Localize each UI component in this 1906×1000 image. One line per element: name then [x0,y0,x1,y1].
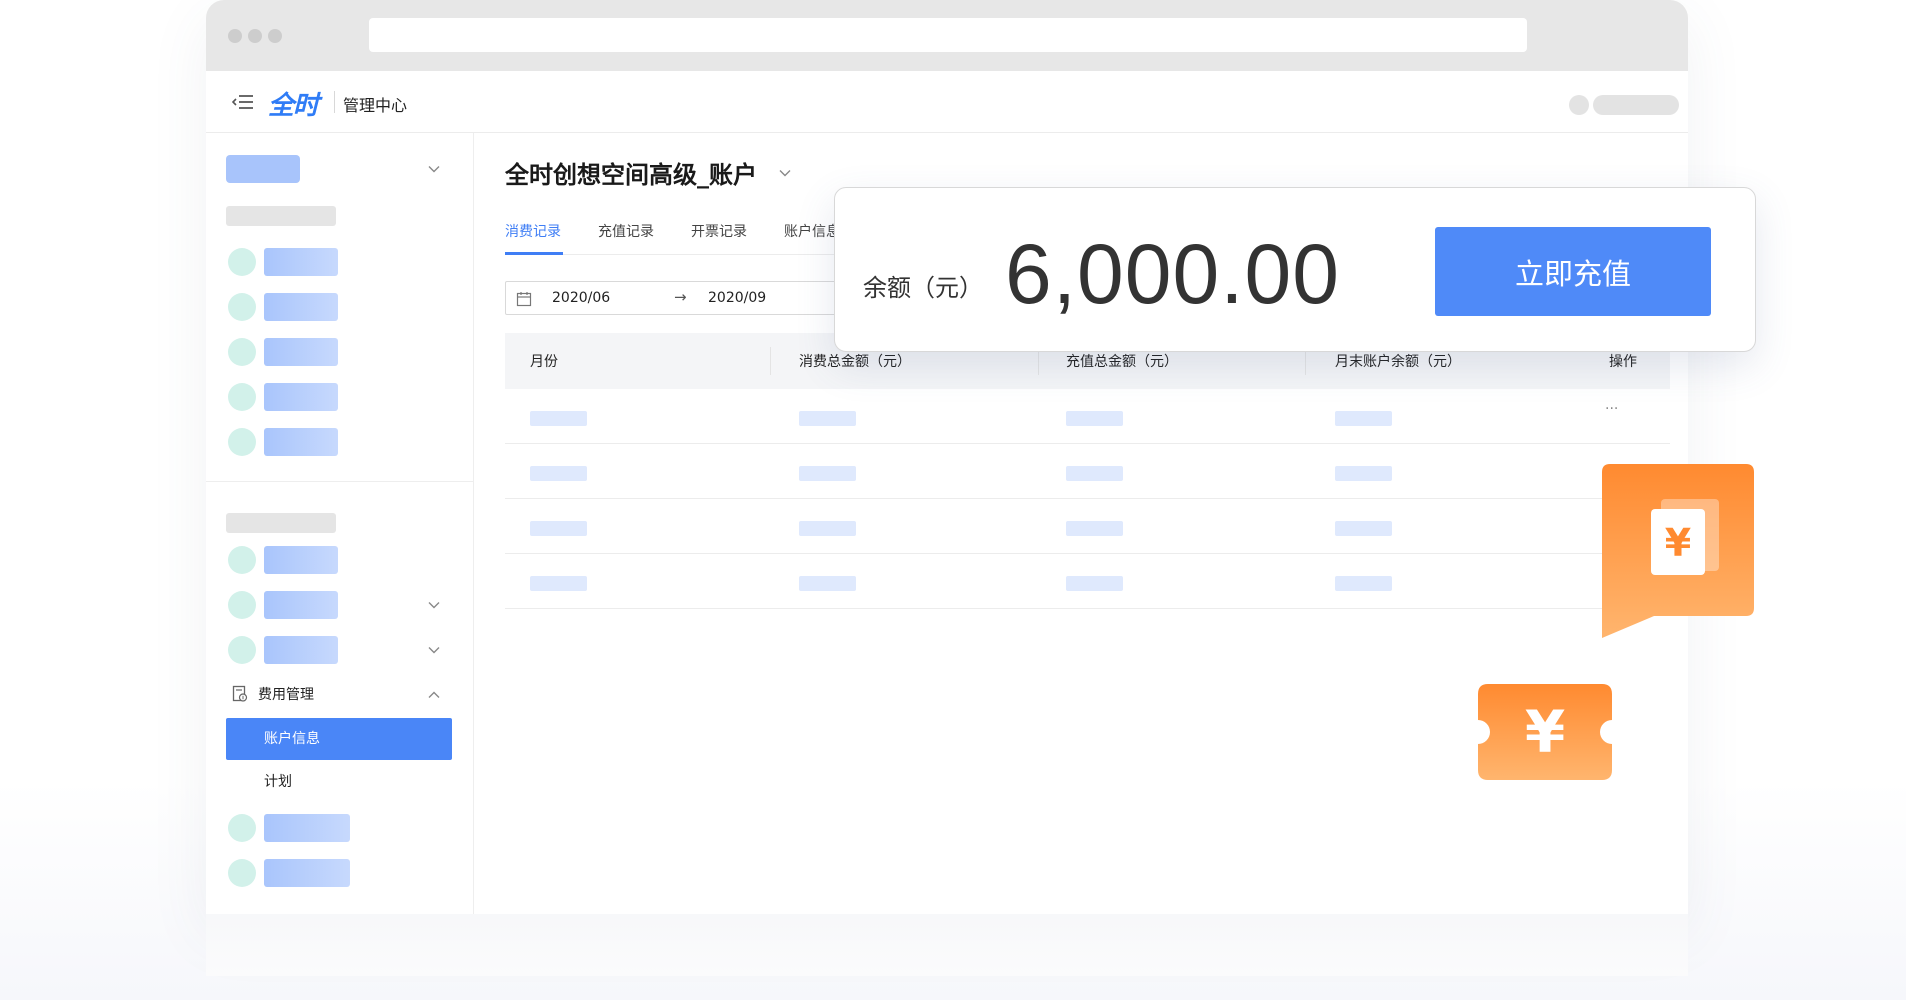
cell-placeholder [530,521,587,536]
table-row[interactable]: ··· [505,389,1670,444]
cell-placeholder [799,521,856,536]
svg-text:¥: ¥ [1525,698,1565,766]
table-row[interactable] [505,444,1670,499]
sidebar-item[interactable] [264,293,338,321]
sidebar-item-icon [228,546,256,574]
yen-bubble-icon: ¥ [1602,464,1754,638]
chevron-down-icon[interactable] [428,646,440,654]
tab-invoice-records[interactable]: 开票记录 [691,221,747,241]
balance-value: 6,000.00 [1005,227,1340,321]
sidebar-item[interactable] [264,428,338,456]
sidebar-item[interactable] [264,383,338,411]
svg-text:¥: ¥ [1665,521,1691,565]
window-footer [206,914,1688,976]
column-header-actions: 操作 [1609,354,1637,370]
stage: 全时 管理中心 费用管理 账户信息 计划 全时创想空间高级_账户 消费记录 充值… [0,0,1906,1000]
cell-placeholder [1335,466,1392,481]
cell-placeholder [1335,576,1392,591]
date-end[interactable]: 2020/09 [708,290,766,306]
column-separator [770,347,771,375]
sidebar-item-icon [228,591,256,619]
avatar[interactable] [1569,95,1589,115]
date-range-picker[interactable]: 2020/06 → 2020/09 [505,281,865,315]
sidebar-item-plan[interactable]: 计划 [264,771,292,791]
sidebar-item[interactable] [264,859,350,887]
yen-ticket-icon: ¥ [1478,684,1612,780]
menu-collapse-icon[interactable] [232,93,254,111]
cell-placeholder [1066,521,1123,536]
window-dot-maximize[interactable] [268,29,282,43]
sidebar-item-icon [228,814,256,842]
sidebar-item[interactable] [264,591,338,619]
chevron-down-icon[interactable] [428,165,440,173]
calendar-icon [516,292,532,307]
balance-label: 余额（元） [863,274,983,302]
sidebar-item-icon [228,859,256,887]
sidebar-item[interactable] [264,636,338,664]
table-row[interactable] [505,499,1670,554]
sidebar-section-heading [226,513,336,533]
fee-document-icon [232,685,248,702]
cell-placeholder [530,466,587,481]
sidebar-item-icon [228,428,256,456]
browser-chrome [206,0,1688,71]
sidebar-section-heading [226,206,336,226]
window-dot-close[interactable] [228,29,242,43]
sidebar-item-account-info[interactable]: 账户信息 [226,718,452,760]
cell-placeholder [530,411,587,426]
cell-placeholder [799,411,856,426]
sidebar-item[interactable] [264,814,350,842]
sidebar-divider [206,481,474,482]
date-start[interactable]: 2020/06 [552,290,610,306]
brand-logo[interactable]: 全时 [268,85,319,122]
sidebar-item-icon [228,636,256,664]
column-header-month: 月份 [530,354,558,370]
cell-placeholder [799,576,856,591]
sidebar-item[interactable] [264,546,338,574]
logo-divider [334,91,335,113]
cell-placeholder [1335,521,1392,536]
chevron-up-icon[interactable] [428,691,440,699]
sidebar: 费用管理 账户信息 计划 [206,133,474,914]
cell-placeholder [1335,411,1392,426]
sidebar-group-label: 费用管理 [258,687,314,703]
tab-account-info[interactable]: 账户信息 [784,221,840,241]
balance-card: 余额（元） 6,000.00 立即充值 [834,187,1756,352]
sidebar-item-icon [228,383,256,411]
tab-consumption-records[interactable]: 消费记录 [505,221,561,241]
org-selector[interactable] [226,155,300,183]
column-header-month-end-balance: 月末账户余额（元） [1335,354,1461,370]
account-title[interactable]: 全时创想空间高级_账户 [505,155,757,190]
sidebar-item[interactable] [264,248,338,276]
cell-placeholder [1066,576,1123,591]
cell-placeholder [530,576,587,591]
date-range-arrow: → [674,288,687,306]
user-name-placeholder[interactable] [1593,95,1679,115]
tab-recharge-records[interactable]: 充值记录 [598,221,654,241]
row-more-actions[interactable]: ··· [1605,401,1618,417]
sidebar-item-icon [228,338,256,366]
sidebar-item[interactable] [264,338,338,366]
chevron-down-icon[interactable] [428,601,440,609]
active-tab-indicator [505,252,563,255]
table-row[interactable] [505,554,1670,609]
window-dot-minimize[interactable] [248,29,262,43]
browser-window: 全时 管理中心 费用管理 账户信息 计划 全时创想空间高级_账户 消费记录 充值… [206,0,1688,914]
chevron-down-icon[interactable] [779,169,791,177]
column-header-recharge-total: 充值总金额（元） [1066,354,1178,370]
cell-placeholder [1066,411,1123,426]
column-header-consumption-total: 消费总金额（元） [799,354,911,370]
recharge-now-button[interactable]: 立即充值 [1435,227,1711,316]
app-title: 管理中心 [343,96,408,115]
sidebar-item-icon [228,248,256,276]
address-bar[interactable] [369,18,1527,52]
app-header: 全时 管理中心 [206,71,1688,133]
sidebar-group-fee-management[interactable]: 费用管理 [232,682,314,706]
cell-placeholder [799,466,856,481]
sidebar-item-icon [228,293,256,321]
cell-placeholder [1066,466,1123,481]
